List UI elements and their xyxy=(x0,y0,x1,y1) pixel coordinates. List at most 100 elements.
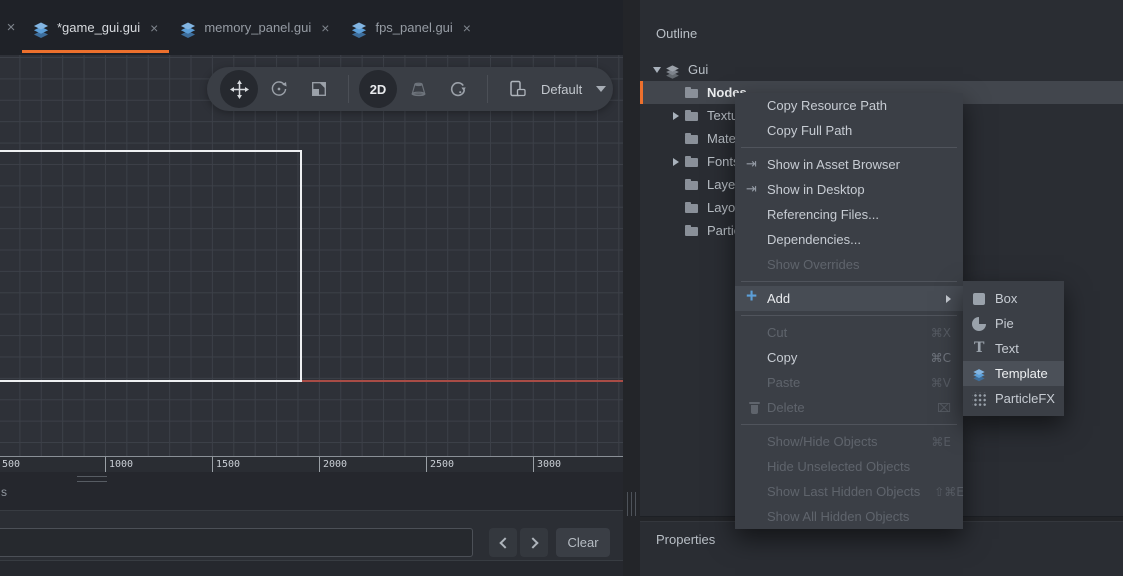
chevron-down-icon xyxy=(596,86,606,92)
menu-item-shortcut: ⌘X xyxy=(931,326,951,340)
2d-mode-button[interactable]: 2D xyxy=(359,70,397,108)
folder-icon xyxy=(684,131,700,147)
menu-item-label: Copy xyxy=(767,350,797,365)
menu-item-icon xyxy=(745,324,767,342)
menu-item-shortcut: ⌘V xyxy=(931,376,951,390)
context-menu-item[interactable]: Show in Asset Browser xyxy=(735,152,963,177)
menu-item-label: Dependencies... xyxy=(767,232,861,247)
submenu-item[interactable]: Box xyxy=(963,286,1064,311)
submenu-item[interactable]: Template xyxy=(963,361,1064,386)
bottom-panel-header: s xyxy=(0,472,623,510)
horizontal-ruler: 50010001500200025003000 xyxy=(0,456,623,472)
search-input[interactable] xyxy=(0,528,473,557)
menu-item-icon xyxy=(745,97,767,115)
menu-item-label: Show Overrides xyxy=(767,257,859,272)
context-menu-item[interactable]: Copy Resource Path xyxy=(735,93,963,118)
menu-item-label: Hide Unselected Objects xyxy=(767,459,910,474)
properties-panel-title: Properties xyxy=(656,532,715,547)
menu-item-label: Show Last Hidden Objects xyxy=(767,484,920,499)
close-icon[interactable]: × xyxy=(463,20,471,36)
device-profile-button[interactable] xyxy=(497,69,537,109)
display-profile-value: Default xyxy=(541,82,582,97)
gui-scene-icon xyxy=(33,20,49,36)
chevron-right-icon xyxy=(527,537,538,548)
submenu-item[interactable]: Text xyxy=(963,336,1064,361)
context-menu-item[interactable]: Dependencies... xyxy=(735,227,963,252)
tab-label: *game_gui.gui xyxy=(57,20,140,35)
menu-item-icon xyxy=(745,458,767,476)
vertical-splitter[interactable] xyxy=(623,0,640,576)
move-tool-button[interactable] xyxy=(220,70,258,108)
menu-item-label: Show in Desktop xyxy=(767,182,865,197)
gui-scene-icon xyxy=(180,20,196,36)
ruler-tick-label: 1500 xyxy=(216,459,240,470)
close-icon[interactable]: × xyxy=(0,19,22,36)
clear-button[interactable]: Clear xyxy=(556,528,610,557)
folder-icon xyxy=(684,200,700,216)
context-menu-item: Show/Hide Objects ⌘E xyxy=(735,429,963,454)
editor-tab[interactable]: memory_panel.gui × xyxy=(169,0,340,55)
context-menu-item[interactable] xyxy=(735,420,963,429)
scene-viewport[interactable]: 2D Default xyxy=(0,55,623,472)
text-icon xyxy=(972,342,986,356)
context-menu-item[interactable] xyxy=(735,143,963,152)
expand-arrow-icon[interactable] xyxy=(648,67,665,73)
display-profile-select[interactable]: Default xyxy=(537,82,610,97)
expand-arrow-icon[interactable] xyxy=(667,112,684,120)
tree-row[interactable]: Gui xyxy=(640,58,1123,81)
context-menu-item[interactable]: Add xyxy=(735,286,963,311)
find-previous-button[interactable] xyxy=(489,528,517,557)
menu-item-shortcut: ⌘C xyxy=(931,351,951,365)
toolbar-divider xyxy=(348,75,349,103)
folder-icon xyxy=(684,85,700,101)
scene-toolbar: 2D Default xyxy=(207,67,613,111)
2d-mode-label: 2D xyxy=(370,82,387,97)
menu-item-icon xyxy=(745,508,767,526)
rotate-tool-button[interactable] xyxy=(259,69,299,109)
tree-row-label: Gui xyxy=(688,62,708,77)
panel-drag-handle[interactable] xyxy=(77,476,107,482)
expand-arrow-icon[interactable] xyxy=(667,158,684,166)
editor-tab[interactable]: fps_panel.gui × xyxy=(340,0,482,55)
menu-item-icon xyxy=(745,256,767,274)
context-menu-item[interactable] xyxy=(735,311,963,320)
find-next-button[interactable] xyxy=(520,528,548,557)
reload-resources-button[interactable] xyxy=(438,69,478,109)
submenu-item[interactable]: Pie xyxy=(963,311,1064,336)
menu-item-icon xyxy=(745,122,767,140)
ruler-tick-label: 2000 xyxy=(323,459,347,470)
menu-item-shortcut: ⇧⌘E xyxy=(934,485,964,499)
trash-icon xyxy=(745,399,767,417)
template-icon xyxy=(972,367,986,381)
reload-resources-icon xyxy=(449,80,467,98)
splitter-drag-handle[interactable] xyxy=(627,492,636,516)
submenu-item[interactable]: ParticleFX xyxy=(963,386,1064,411)
submenu-item-label: Template xyxy=(995,366,1048,381)
context-menu-item[interactable]: Copy ⌘C xyxy=(735,345,963,370)
rotate-tool-icon xyxy=(270,80,288,98)
particlefx-icon xyxy=(972,392,986,406)
menu-item-label: Delete xyxy=(767,400,805,415)
folder-icon xyxy=(684,154,700,170)
frustum-culling-button[interactable] xyxy=(398,69,438,109)
menu-item-shortcut: ⌧ xyxy=(937,401,951,415)
editor-tab[interactable]: *game_gui.gui × xyxy=(22,0,169,55)
context-menu-item[interactable] xyxy=(735,277,963,286)
ruler-tick-label: 500 xyxy=(2,459,20,470)
context-menu-item[interactable]: Copy Full Path xyxy=(735,118,963,143)
context-menu-item[interactable]: Referencing Files... xyxy=(735,202,963,227)
context-menu-item: Paste ⌘V xyxy=(735,370,963,395)
bottom-tab-label-fragment[interactable]: s xyxy=(1,485,7,499)
ruler-tick-label: 2500 xyxy=(430,459,454,470)
close-icon[interactable]: × xyxy=(321,20,329,36)
context-menu-item: Show All Hidden Objects xyxy=(735,504,963,529)
editor-tab-bar: × *game_gui.gui × memory_panel.gui × fps… xyxy=(0,0,623,55)
scale-tool-button[interactable] xyxy=(299,69,339,109)
menu-item-label: Show/Hide Objects xyxy=(767,434,878,449)
context-menu-item[interactable]: Show in Desktop xyxy=(735,177,963,202)
close-icon[interactable]: × xyxy=(150,20,158,36)
ruler-tick-label: 1000 xyxy=(109,459,133,470)
context-menu-item: Delete ⌧ xyxy=(735,395,963,420)
tab-label: fps_panel.gui xyxy=(375,20,452,35)
menu-item-icon xyxy=(745,349,767,367)
